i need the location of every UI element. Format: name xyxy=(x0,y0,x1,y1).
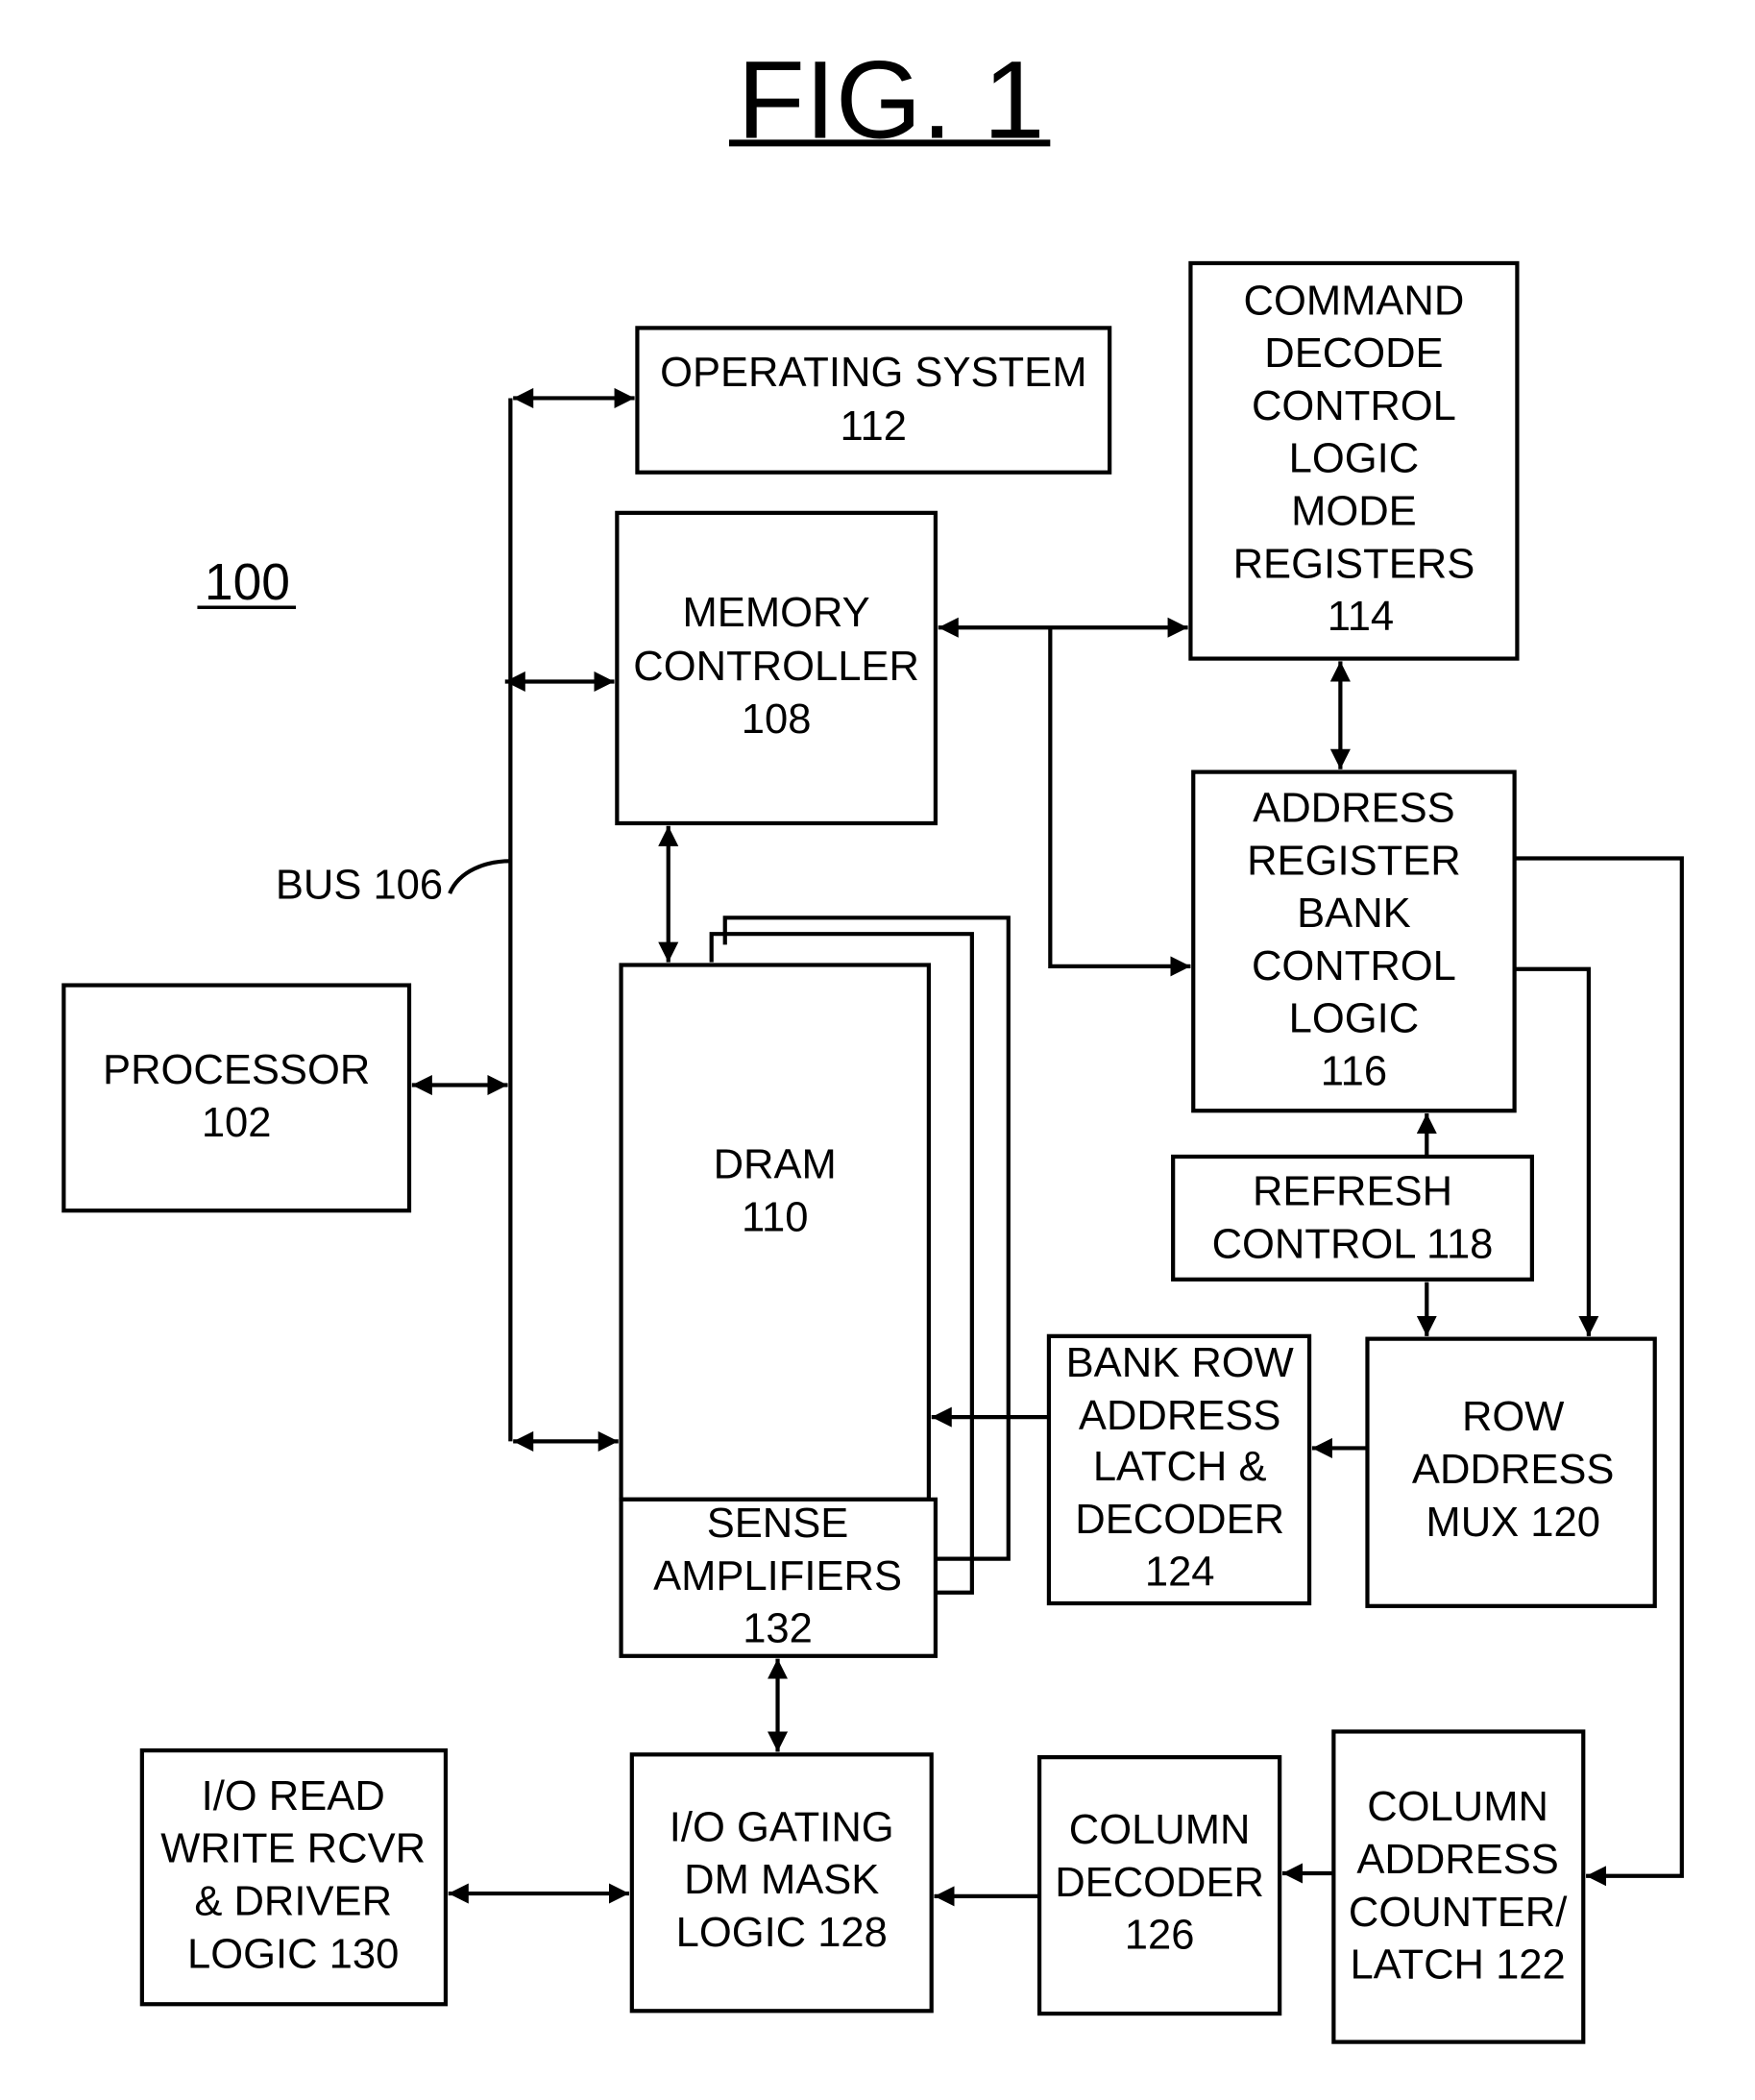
refresh-control-block: REFRESH CONTROL 118 xyxy=(1171,1154,1534,1282)
column-decoder-block: COLUMN DECODER 126 xyxy=(1036,1755,1282,2016)
svg-text:108: 108 xyxy=(742,696,812,743)
svg-text:LATCH 122: LATCH 122 xyxy=(1350,1942,1565,1989)
svg-text:ROW: ROW xyxy=(1462,1394,1564,1440)
svg-text:AMPLIFIERS: AMPLIFIERS xyxy=(653,1553,902,1599)
svg-text:102: 102 xyxy=(202,1100,272,1146)
bus-label: BUS 106 xyxy=(276,863,443,909)
svg-text:REGISTERS: REGISTERS xyxy=(1233,541,1475,587)
svg-text:DM MASK: DM MASK xyxy=(684,1857,879,1903)
svg-text:REFRESH: REFRESH xyxy=(1253,1169,1452,1215)
svg-text:ADDRESS: ADDRESS xyxy=(1079,1393,1281,1439)
svg-text:ADDRESS: ADDRESS xyxy=(1412,1447,1615,1493)
svg-text:I/O READ: I/O READ xyxy=(202,1773,385,1819)
svg-text:ADDRESS: ADDRESS xyxy=(1253,786,1455,832)
svg-text:LOGIC 128: LOGIC 128 xyxy=(676,1910,888,1956)
svg-text:BANK: BANK xyxy=(1297,891,1411,937)
memctrl-address-arrow xyxy=(1048,627,1191,977)
svg-text:ADDRESS: ADDRESS xyxy=(1356,1837,1559,1883)
svg-text:MUX 120: MUX 120 xyxy=(1426,1500,1600,1546)
reference-numeral: 100 xyxy=(205,554,290,611)
svg-text:MODE: MODE xyxy=(1291,489,1417,535)
svg-text:REGISTER: REGISTER xyxy=(1247,838,1461,884)
address-register-block: ADDRESS REGISTER BANK CONTROL LOGIC 116 xyxy=(1191,769,1517,1113)
svg-text:CONTROL 118: CONTROL 118 xyxy=(1212,1221,1494,1267)
io-gating-block: I/O GATING DM MASK LOGIC 128 xyxy=(629,1752,934,2014)
column-address-counter-block: COLUMN ADDRESS COUNTER/ LATCH 122 xyxy=(1331,1729,1586,2044)
sense-amplifiers-block: SENSE AMPLIFIERS 132 xyxy=(619,1497,938,1658)
svg-text:LOGIC: LOGIC xyxy=(1289,436,1420,482)
svg-text:124: 124 xyxy=(1145,1550,1215,1596)
bank-row-latch-block: BANK ROW ADDRESS LATCH & DECODER 124 xyxy=(1046,1333,1312,1606)
svg-text:COLUMN: COLUMN xyxy=(1069,1807,1251,1853)
operating-system-block: OPERATING SYSTEM 112 xyxy=(635,326,1112,475)
svg-text:COUNTER/: COUNTER/ xyxy=(1349,1890,1568,1936)
dram-block: DRAM 110 xyxy=(619,963,931,1502)
bus-leader-line xyxy=(448,859,511,894)
svg-text:PROCESSOR: PROCESSOR xyxy=(103,1047,370,1093)
svg-text:112: 112 xyxy=(841,403,907,450)
memory-controller-block: MEMORY CONTROLLER 108 xyxy=(615,510,938,826)
svg-text:DECODE: DECODE xyxy=(1264,330,1443,377)
svg-text:COLUMN: COLUMN xyxy=(1367,1784,1548,1830)
svg-text:CONTROL: CONTROL xyxy=(1252,383,1456,429)
svg-text:DRAM: DRAM xyxy=(714,1141,837,1187)
svg-text:LATCH &: LATCH & xyxy=(1093,1444,1267,1490)
svg-text:116: 116 xyxy=(1321,1049,1387,1095)
svg-text:CONTROL: CONTROL xyxy=(1252,943,1456,989)
svg-text:110: 110 xyxy=(742,1194,808,1240)
svg-text:LOGIC: LOGIC xyxy=(1289,996,1420,1042)
svg-text:OPERATING SYSTEM: OPERATING SYSTEM xyxy=(660,350,1086,396)
svg-text:114: 114 xyxy=(1328,594,1394,640)
command-decode-block: COMMAND DECODE CONTROL LOGIC MODE REGIST… xyxy=(1188,260,1520,661)
io-read-write-block: I/O READ WRITE RCVR & DRIVER LOGIC 130 xyxy=(139,1748,449,2007)
svg-text:CONTROLLER: CONTROLLER xyxy=(633,644,919,690)
svg-text:BANK ROW: BANK ROW xyxy=(1066,1340,1294,1386)
processor-block: PROCESSOR 102 xyxy=(61,983,412,1213)
svg-text:LOGIC 130: LOGIC 130 xyxy=(187,1931,399,1977)
svg-text:WRITE RCVR: WRITE RCVR xyxy=(160,1826,426,1872)
svg-text:126: 126 xyxy=(1125,1913,1195,1959)
dram-block-diagram: FIG. 1 100 BUS 106 OPERATING SYSTEM 112 … xyxy=(61,38,1684,2044)
svg-text:I/O GATING: I/O GATING xyxy=(670,1804,894,1850)
svg-text:COMMAND: COMMAND xyxy=(1244,278,1465,324)
svg-text:DECODER: DECODER xyxy=(1075,1497,1284,1543)
svg-text:& DRIVER: & DRIVER xyxy=(194,1879,392,1925)
svg-text:SENSE: SENSE xyxy=(707,1501,849,1547)
svg-text:132: 132 xyxy=(743,1606,813,1652)
row-address-mux-block: ROW ADDRESS MUX 120 xyxy=(1365,1336,1657,1608)
svg-text:DECODER: DECODER xyxy=(1055,1860,1264,1906)
svg-text:MEMORY: MEMORY xyxy=(683,590,870,636)
